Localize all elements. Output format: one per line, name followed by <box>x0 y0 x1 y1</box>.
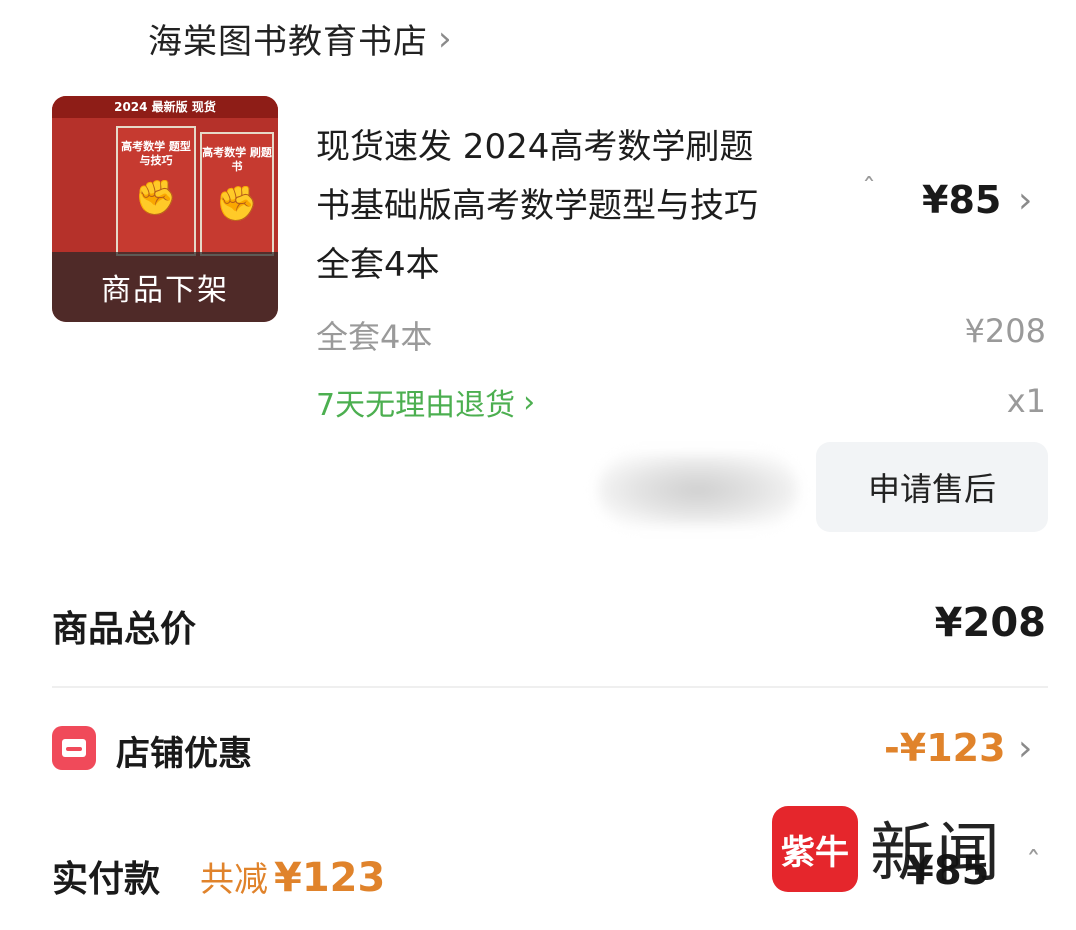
after-sale-button[interactable]: 申请售后 <box>816 442 1048 532</box>
thumbnail-banner: 2024 最新版 现货 <box>52 96 278 118</box>
book-cover-1: 高考数学 题型与技巧 ✊ <box>116 126 196 256</box>
chevron-right-icon[interactable]: › <box>1018 180 1032 221</box>
saved-value: ¥123 <box>274 855 386 901</box>
fist-icon: ✊ <box>215 184 259 224</box>
watermark-logo: 紫牛 <box>772 806 858 892</box>
store-name[interactable]: 海棠图书教育书店 <box>148 14 428 63</box>
saved-prefix: 共减 <box>200 860 268 900</box>
book-2-title: 高考数学 刷题书 <box>202 146 272 173</box>
blurred-button[interactable] <box>598 454 798 526</box>
delisted-label: 商品下架 <box>101 273 229 308</box>
chevron-right-icon[interactable]: › <box>1018 728 1032 769</box>
book-1-title: 高考数学 题型与技巧 <box>121 140 191 167</box>
total-price-value: ¥208 <box>934 600 1046 646</box>
total-price-label: 商品总价 <box>52 609 197 650</box>
refund-policy-link[interactable]: 7天无理由退货 › <box>316 380 535 424</box>
chevron-right-icon[interactable]: › <box>438 22 452 56</box>
watermark-text: 新闻 <box>870 817 1002 891</box>
chevron-up-icon[interactable]: ˆ <box>862 172 876 205</box>
delisted-overlay: 商品下架 <box>52 252 278 322</box>
product-title-line: 书基础版高考数学题型与技巧 <box>316 186 758 226</box>
quantity: x1 <box>1006 382 1046 420</box>
product-title-line: 现货速发 2024高考数学刷题 <box>316 127 754 167</box>
order-detail-page: 海棠图书教育书店 › 2024 最新版 现货 高考数学 题型与技巧 ✊ 高考数学… <box>0 0 1076 930</box>
chevron-up-icon[interactable]: ˆ <box>1026 846 1041 881</box>
saved-amount: 共减 ¥123 <box>200 852 385 901</box>
shop-discount-value[interactable]: -¥123 <box>884 726 1006 770</box>
chevron-right-icon: › <box>523 384 536 420</box>
refund-policy-label: 7天无理由退货 <box>316 388 516 423</box>
product-spec: 全套4本 <box>316 318 433 356</box>
shop-coupon-icon <box>52 726 96 770</box>
original-price: ¥208 <box>964 312 1046 350</box>
paid-amount-label: 实付款 <box>52 859 161 900</box>
divider <box>52 686 1048 688</box>
product-title-line: 全套4本 <box>316 245 440 285</box>
product-title[interactable]: 现货速发 2024高考数学刷题 书基础版高考数学题型与技巧 全套4本 <box>316 118 856 295</box>
book-cover-2: 高考数学 刷题书 ✊ <box>200 132 274 256</box>
product-price: ¥85 <box>922 178 1002 222</box>
fist-icon: ✊ <box>134 178 178 218</box>
shop-discount-label: 店铺优惠 <box>116 734 252 774</box>
product-thumbnail[interactable]: 2024 最新版 现货 高考数学 题型与技巧 ✊ 高考数学 刷题书 ✊ 商品下架 <box>52 96 278 322</box>
store-header[interactable]: 海棠图书教育书店 › <box>148 14 452 63</box>
